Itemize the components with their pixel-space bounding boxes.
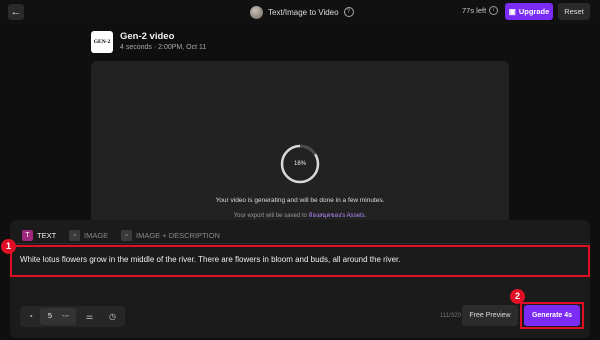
assets-link[interactable]: ห้องสมุดของ's Assets bbox=[309, 213, 365, 219]
annotation-marker-2: 2 bbox=[510, 289, 525, 304]
tab-divider bbox=[10, 243, 590, 244]
tab-image-label: IMAGE bbox=[84, 230, 109, 240]
tab-image[interactable]: ▫ IMAGE bbox=[69, 229, 108, 241]
arrow-left-icon: ← bbox=[10, 6, 22, 18]
image-description-icon: ▫ bbox=[121, 229, 132, 241]
credits-remaining: 77s left i bbox=[462, 6, 499, 15]
text-icon: T bbox=[22, 229, 33, 241]
reset-button[interactable]: Reset bbox=[558, 3, 590, 20]
progress-percent: 16% bbox=[293, 161, 306, 167]
motion-value: 5 bbox=[47, 311, 53, 320]
help-icon[interactable]: ? bbox=[343, 7, 354, 17]
page-title: Text/Image to Video bbox=[268, 7, 339, 17]
tab-text[interactable]: T TEXT bbox=[22, 229, 56, 241]
info-icon[interactable]: i bbox=[489, 6, 499, 15]
generation-title: Gen-2 video bbox=[120, 31, 175, 42]
back-button[interactable]: ← bbox=[8, 4, 24, 20]
upgrade-label: Upgrade bbox=[518, 7, 550, 16]
tab-image-description[interactable]: ▫ IMAGE + DESCRIPTION bbox=[121, 229, 220, 241]
prompt-text: White lotus flowers grow in the middle o… bbox=[20, 255, 401, 264]
free-preview-button[interactable]: Free Preview bbox=[462, 305, 518, 326]
generate-button[interactable]: Generate 4s bbox=[524, 305, 580, 326]
upgrade-icon: ▣ bbox=[508, 7, 516, 16]
sliders-icon[interactable]: ⚌ bbox=[83, 310, 96, 323]
export-prefix: Your export will be saved to bbox=[233, 213, 309, 219]
upgrade-button[interactable]: ▣ Upgrade bbox=[505, 3, 553, 20]
credits-label: 77s left bbox=[462, 6, 487, 15]
annotation-marker-1: 1 bbox=[1, 239, 16, 254]
motion-icon[interactable]: -◦- bbox=[59, 310, 72, 323]
gauge-icon[interactable]: ◔ bbox=[24, 310, 37, 323]
image-icon: ▫ bbox=[69, 229, 80, 241]
model-badge: GEN-2 bbox=[91, 31, 113, 53]
export-suffix: . bbox=[364, 213, 367, 219]
tab-text-label: TEXT bbox=[37, 230, 57, 240]
generation-meta: 4 seconds · 2:00PM, Oct 11 bbox=[120, 44, 207, 51]
avatar[interactable] bbox=[250, 5, 263, 19]
generating-message: Your video is generating and will be don… bbox=[215, 197, 385, 204]
tab-image-description-label: IMAGE + DESCRIPTION bbox=[136, 230, 220, 240]
page-title-group: Text/Image to Video ? bbox=[250, 3, 354, 21]
export-message: Your export will be saved to ห้องสมุดของ… bbox=[91, 210, 509, 220]
character-count: 111/320 bbox=[440, 313, 461, 319]
clock-icon[interactable]: ◷ bbox=[106, 310, 119, 323]
